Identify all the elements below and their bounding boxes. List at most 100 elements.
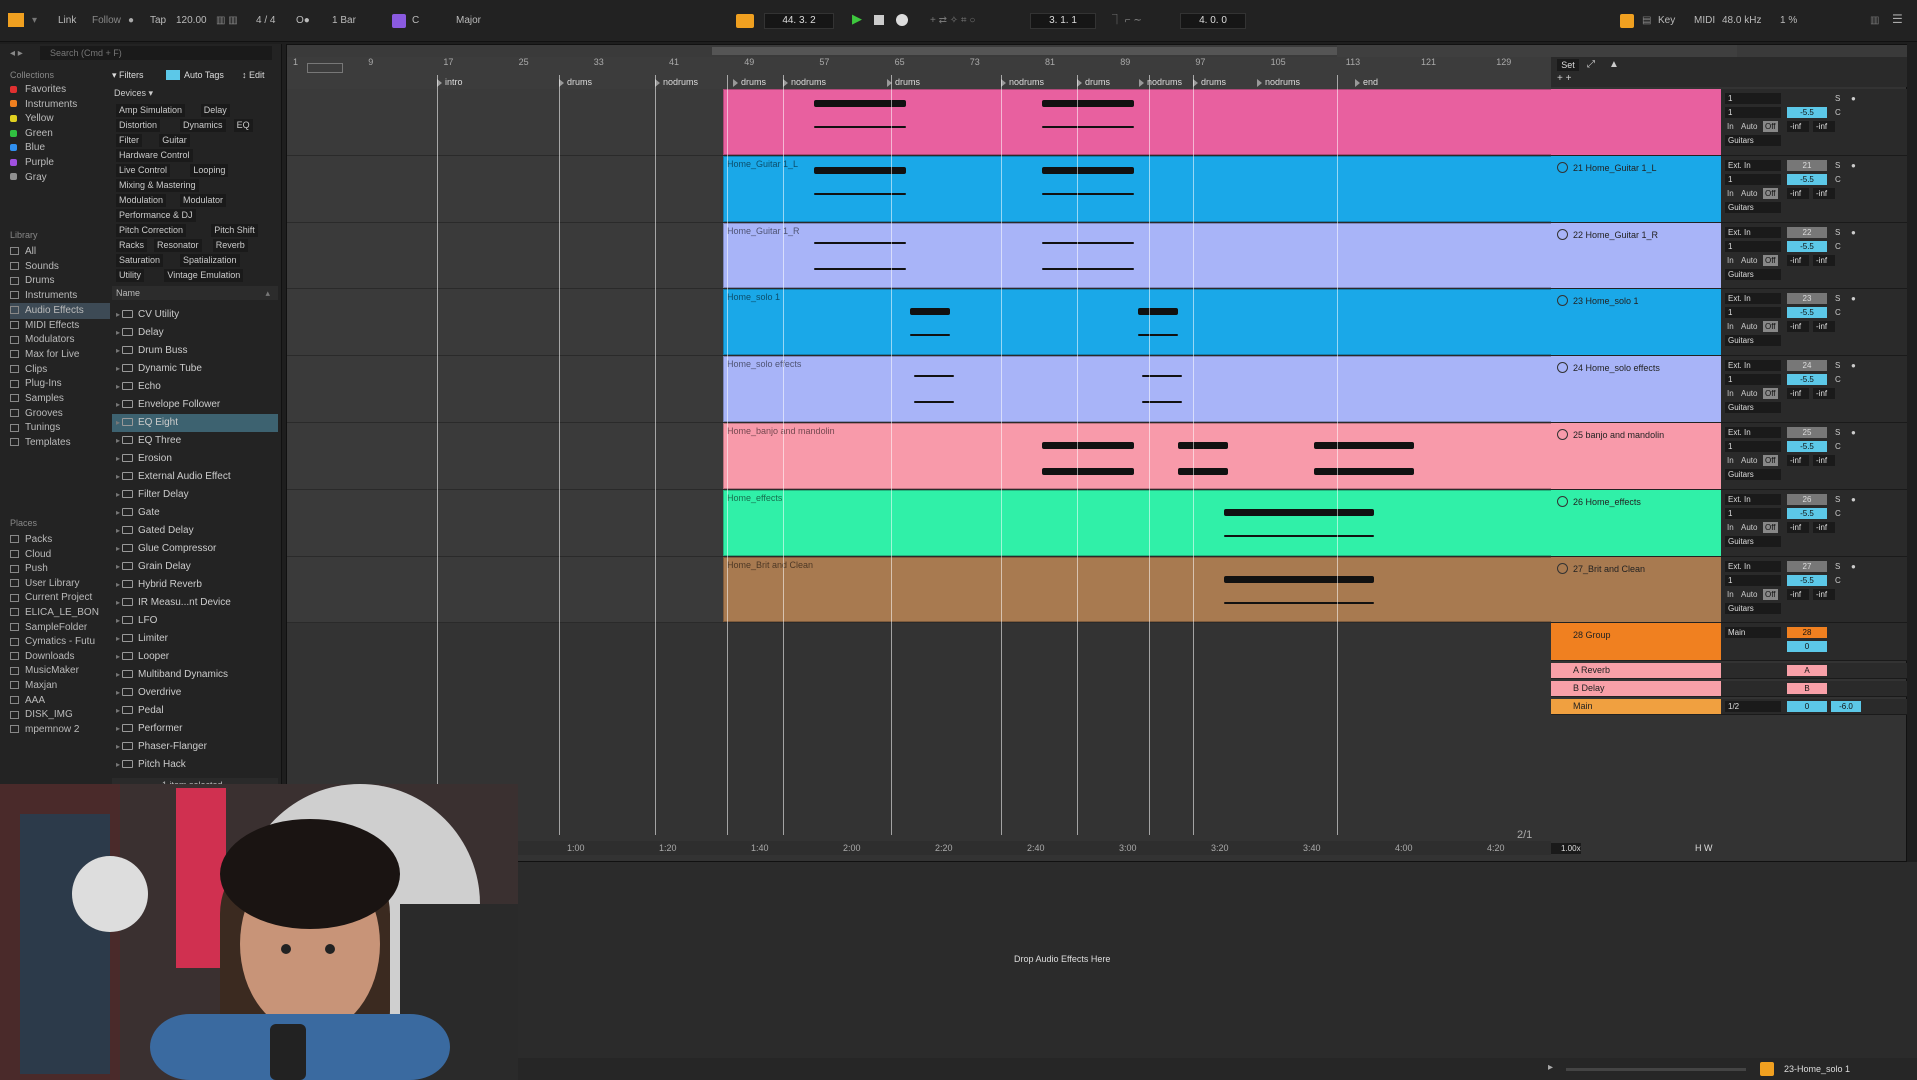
- pan-field[interactable]: C: [1835, 441, 1841, 452]
- key-map-button[interactable]: Key: [1658, 14, 1675, 28]
- place-item[interactable]: Push: [10, 561, 110, 577]
- track-header[interactable]: 26 Home_effects: [1551, 489, 1721, 557]
- send-a[interactable]: -inf: [1787, 588, 1809, 600]
- fold-icon[interactable]: [1557, 161, 1568, 173]
- library-item[interactable]: Tunings: [10, 420, 110, 436]
- volume-field[interactable]: -5.5: [1787, 240, 1827, 252]
- send-b[interactable]: -inf: [1813, 321, 1835, 333]
- place-item[interactable]: Current Project: [10, 590, 110, 606]
- place-item[interactable]: Maxjan: [10, 678, 110, 694]
- input-channel-select[interactable]: 1: [1725, 240, 1781, 252]
- device-item[interactable]: ▸ Envelope Follower: [112, 396, 278, 414]
- device-tag[interactable]: Distortion: [116, 119, 161, 132]
- device-item[interactable]: ▸ Delay: [112, 324, 278, 342]
- key-select[interactable]: C: [412, 14, 419, 28]
- device-tag[interactable]: Modulation: [116, 194, 167, 207]
- fold-icon[interactable]: [1557, 295, 1568, 307]
- output-select[interactable]: Guitars: [1725, 268, 1781, 280]
- solo-button[interactable]: S: [1835, 293, 1840, 304]
- input-channel-select[interactable]: 1: [1725, 107, 1781, 118]
- scroll-bar[interactable]: [1566, 1068, 1746, 1071]
- group-volume[interactable]: 0: [1787, 641, 1827, 653]
- monitor-in[interactable]: In: [1727, 188, 1734, 199]
- audio-clip[interactable]: Home_Guitar 1_R: [723, 222, 1578, 289]
- name-column-header[interactable]: Name ▴: [112, 286, 278, 300]
- track-header[interactable]: 23 Home_solo 1: [1551, 289, 1721, 357]
- device-item[interactable]: ▸ Echo: [112, 378, 278, 396]
- monitor-off[interactable]: Off: [1763, 321, 1778, 333]
- device-tag[interactable]: Modulator: [180, 194, 227, 207]
- nav-arrows-icon[interactable]: ◂ ▸: [10, 48, 23, 59]
- set-button[interactable]: Set: [1557, 59, 1579, 71]
- fold-icon[interactable]: [1557, 562, 1568, 574]
- input-channel-select[interactable]: 1: [1725, 374, 1781, 386]
- monitor-in[interactable]: In: [1727, 255, 1734, 266]
- drop-effects-hint[interactable]: Drop Audio Effects Here: [1014, 954, 1110, 964]
- device-tag[interactable]: Performance & DJ: [116, 209, 196, 222]
- track-header[interactable]: 22 Home_Guitar 1_R: [1551, 222, 1721, 290]
- search-input[interactable]: Search (Cmd + F): [40, 46, 272, 60]
- locator[interactable]: nodrums: [1001, 77, 1044, 89]
- send-a[interactable]: -inf: [1787, 254, 1809, 266]
- audio-clip[interactable]: [723, 89, 1578, 155]
- audio-clip[interactable]: Home_solo 1: [723, 289, 1578, 356]
- volume-field[interactable]: -5.5: [1787, 307, 1827, 319]
- volume-field[interactable]: -5.5: [1787, 507, 1827, 519]
- library-item[interactable]: Plug-Ins: [10, 376, 110, 392]
- device-item[interactable]: ▸ LFO: [112, 612, 278, 630]
- pan-field[interactable]: C: [1835, 307, 1841, 318]
- input-channel-select[interactable]: 1: [1725, 574, 1781, 586]
- device-item[interactable]: ▸ EQ Eight: [112, 414, 278, 432]
- send-b[interactable]: -inf: [1813, 588, 1835, 600]
- locator[interactable]: drums: [1193, 77, 1226, 89]
- device-item[interactable]: ▸ Looper: [112, 648, 278, 666]
- output-select[interactable]: Guitars: [1725, 535, 1781, 547]
- send-b[interactable]: -inf: [1813, 521, 1835, 533]
- track-number[interactable]: 21: [1787, 159, 1827, 171]
- monitor-off[interactable]: Off: [1763, 521, 1778, 533]
- input-type-select[interactable]: Ext. In: [1725, 226, 1781, 238]
- device-item[interactable]: ▸ Overdrive: [112, 684, 278, 702]
- device-item[interactable]: ▸ Grain Delay: [112, 558, 278, 576]
- device-item[interactable]: ▸ Pedal: [112, 702, 278, 720]
- time-signature-field[interactable]: 4 / 4: [256, 14, 275, 28]
- track-header[interactable]: 21 Home_Guitar 1_L: [1551, 155, 1721, 223]
- device-tag[interactable]: Resonator: [154, 239, 202, 252]
- tempo-field[interactable]: 120.00: [176, 14, 207, 28]
- send-b[interactable]: -inf: [1813, 455, 1835, 466]
- device-item[interactable]: ▸ Gate: [112, 504, 278, 522]
- monitor-off[interactable]: Off: [1763, 388, 1778, 400]
- device-tag[interactable]: Spatialization: [180, 254, 240, 267]
- input-type-select[interactable]: Ext. In: [1725, 493, 1781, 505]
- input-type-select[interactable]: Ext. In: [1725, 293, 1781, 305]
- track-header[interactable]: 24 Home_solo effects: [1551, 356, 1721, 423]
- volume-field[interactable]: -5.5: [1787, 374, 1827, 386]
- device-item[interactable]: ▸ External Audio Effect: [112, 468, 278, 486]
- send-a[interactable]: -inf: [1787, 455, 1809, 466]
- add-locator-icon[interactable]: + +: [1557, 73, 1571, 84]
- session-record-icons[interactable]: + ⇄ ✧ ⌗ ○: [930, 14, 975, 28]
- play-button[interactable]: ▶: [852, 12, 862, 26]
- monitor-in[interactable]: In: [1727, 321, 1734, 332]
- metronome-button[interactable]: O●: [296, 14, 310, 28]
- place-item[interactable]: DISK_IMG: [10, 707, 110, 723]
- arm-icon[interactable]: ●: [1851, 160, 1856, 171]
- input-channel-select[interactable]: 1: [1725, 173, 1781, 185]
- device-tag[interactable]: Amp Simulation: [116, 104, 186, 117]
- send-a[interactable]: -inf: [1787, 121, 1809, 132]
- solo-button[interactable]: S: [1835, 93, 1840, 104]
- play-icon[interactable]: ▸: [1548, 1062, 1553, 1073]
- library-item[interactable]: MIDI Effects: [10, 318, 110, 334]
- place-item[interactable]: User Library: [10, 576, 110, 592]
- link-button[interactable]: Link: [58, 14, 76, 28]
- midi-map-button[interactable]: MIDI: [1694, 14, 1715, 28]
- device-item[interactable]: ▸ Erosion: [112, 450, 278, 468]
- device-tag[interactable]: Live Control: [116, 164, 171, 177]
- device-item[interactable]: ▸ IR Measu...nt Device: [112, 594, 278, 612]
- arrangement-overdub-icon[interactable]: [736, 14, 754, 28]
- input-type-select[interactable]: Ext. In: [1725, 427, 1781, 438]
- monitor-auto[interactable]: Auto: [1741, 255, 1757, 266]
- track-number[interactable]: 27: [1787, 560, 1827, 572]
- device-item[interactable]: ▸ Hybrid Reverb: [112, 576, 278, 594]
- monitor-off[interactable]: Off: [1763, 254, 1778, 266]
